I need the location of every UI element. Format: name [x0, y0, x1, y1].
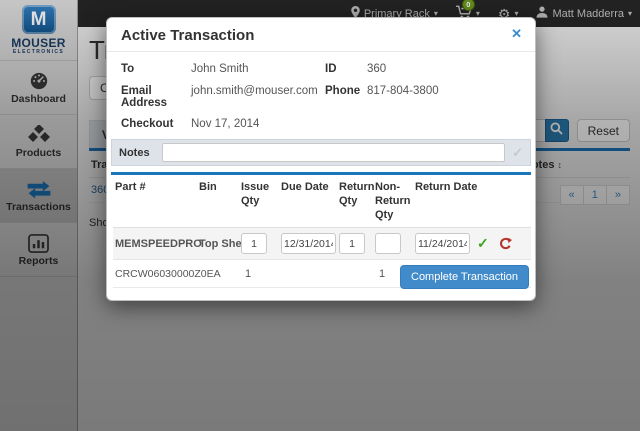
part-column-header: Part #	[113, 175, 197, 228]
table-header-row: Part # Bin Issue Qty Due Date Return Qty…	[113, 175, 531, 228]
modal-title: Active Transaction	[121, 27, 254, 44]
due-date-column-header: Due Date	[279, 175, 337, 228]
return-date-column-header: Return Date	[413, 175, 475, 228]
part-number-cell: CRCW06030000Z0EA	[113, 260, 197, 288]
modal-footer: Complete Transaction	[400, 265, 529, 289]
due-date-input[interactable]	[281, 233, 336, 254]
complete-transaction-button[interactable]: Complete Transaction	[400, 265, 529, 289]
email-value: john.smith@mouser.com	[191, 85, 325, 97]
actions-column-header	[475, 175, 531, 228]
bin-cell: Top Shelf	[197, 228, 239, 260]
table-row-memspeedpro: MEMSPEEDPRO Top Shelf ✓	[113, 228, 531, 260]
confirm-check-icon[interactable]: ✓	[477, 235, 489, 251]
modal-header: Active Transaction ✕	[107, 18, 535, 52]
email-label: Email Address	[121, 85, 191, 109]
checkout-label: Checkout	[121, 118, 191, 130]
issue-qty-cell: 1	[239, 260, 279, 288]
notes-input[interactable]	[162, 143, 506, 162]
phone-value: 817-804-3800	[367, 85, 521, 97]
notes-bar: Notes ✓	[111, 139, 531, 166]
non-return-qty-column-header: Non-Return Qty	[373, 175, 413, 228]
bin-column-header: Bin	[197, 175, 239, 228]
phone-label: Phone	[325, 85, 367, 97]
active-transaction-modal: Active Transaction ✕ To John Smith ID 36…	[106, 17, 536, 301]
id-label: ID	[325, 63, 367, 75]
id-value: 360	[367, 63, 521, 75]
transaction-details: To John Smith ID 360 Email Address john.…	[107, 52, 535, 130]
close-icon[interactable]: ✕	[511, 27, 522, 40]
undo-icon[interactable]	[499, 241, 512, 253]
checkout-value: Nov 17, 2014	[191, 118, 325, 130]
return-qty-cell	[337, 260, 373, 288]
to-label: To	[121, 63, 191, 75]
issue-qty-input[interactable]	[241, 233, 267, 254]
return-qty-column-header: Return Qty	[337, 175, 373, 228]
return-qty-input[interactable]	[339, 233, 365, 254]
notes-save-check-icon[interactable]: ✓	[512, 145, 523, 161]
part-number-cell: MEMSPEEDPRO	[113, 228, 197, 260]
return-date-input[interactable]	[415, 233, 470, 254]
non-return-qty-input[interactable]	[375, 233, 401, 254]
issue-qty-column-header: Issue Qty	[239, 175, 279, 228]
to-value: John Smith	[191, 63, 325, 75]
notes-label: Notes	[119, 147, 150, 159]
due-date-cell	[279, 260, 337, 288]
